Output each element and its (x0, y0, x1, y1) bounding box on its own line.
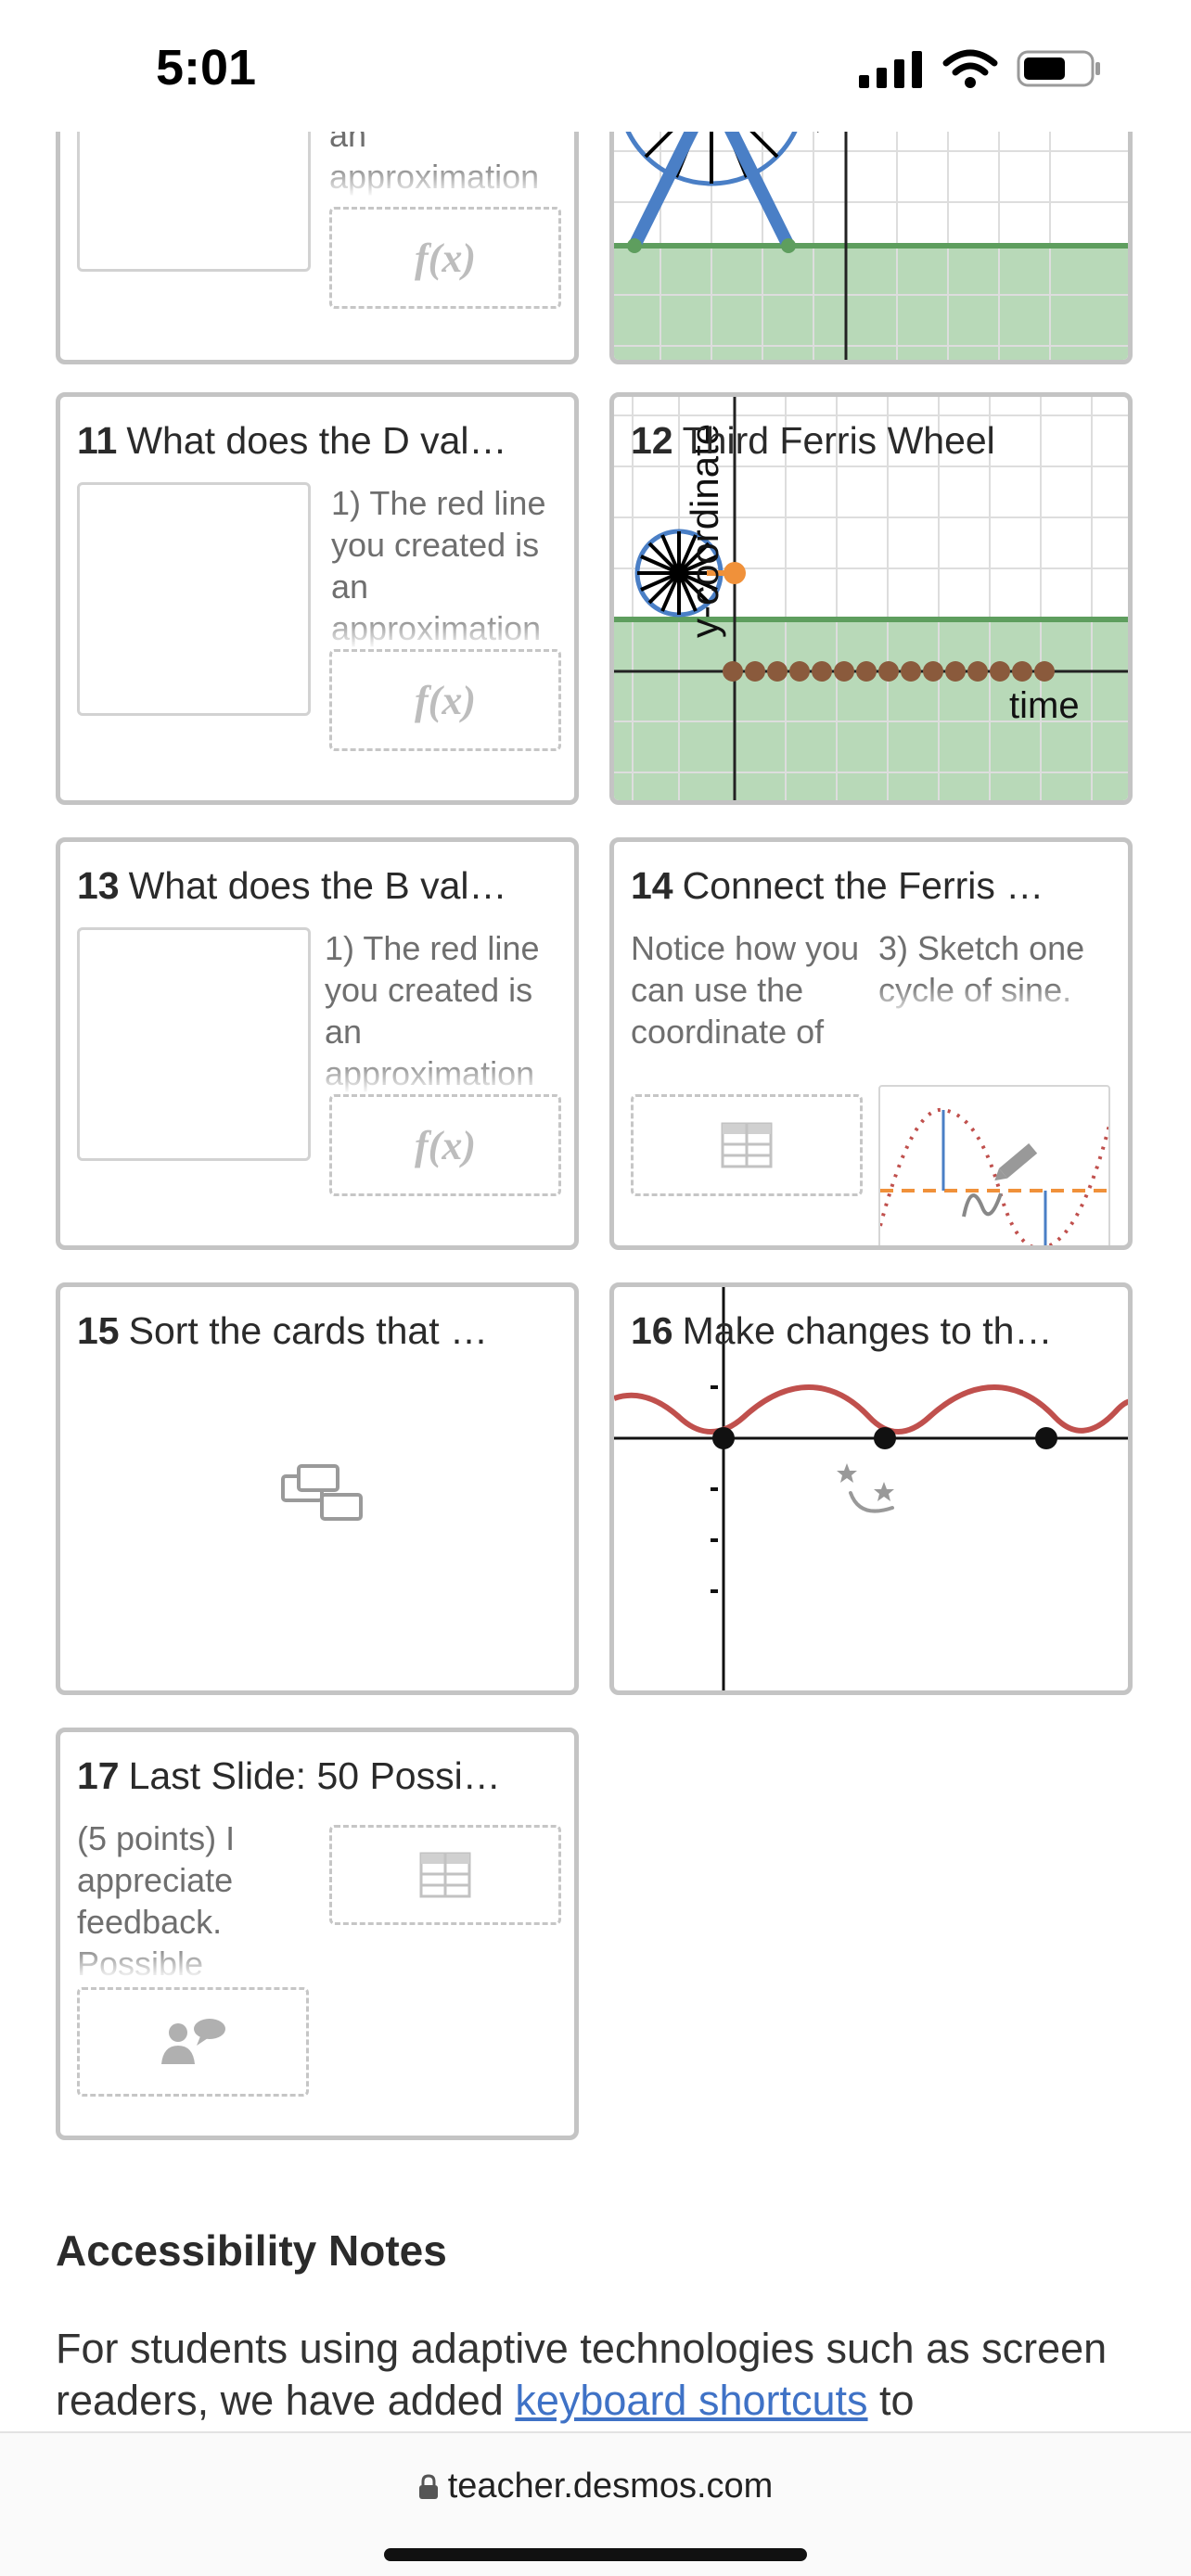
card-number: 15 (77, 1309, 120, 1352)
card-title: 17 Last Slide: 50 Possi… (77, 1754, 557, 1798)
wifi-icon (942, 49, 998, 88)
url-text: teacher.desmos.com (447, 2467, 774, 2506)
card-title: 16 Make changes to th… (631, 1309, 1111, 1353)
card-title: 15 Sort the cards that … (77, 1309, 557, 1353)
card-11[interactable]: 11 What does the D val… 1) The red line y… (56, 392, 579, 805)
fx-icon: f(x) (415, 235, 476, 281)
card-snippet-sketch: 3) Sketch one cycle of sine. (878, 927, 1121, 1020)
card-title-text: What does the D val… (126, 419, 507, 462)
card-15[interactable]: 15 Sort the cards that … (56, 1282, 579, 1695)
card-snippet: Notice how you can use the coordinate of (631, 927, 863, 1094)
card-title-text: Last Slide: 50 Possi… (128, 1754, 501, 1797)
sparkle-icon (837, 1463, 894, 1501)
table-icon (721, 1122, 773, 1168)
sketch-preview (878, 1085, 1110, 1245)
table-icon (419, 1852, 471, 1898)
accessibility-text-end: to (867, 2377, 915, 2424)
accessibility-paragraph: For students using adaptive technologies… (56, 2323, 1150, 2427)
card-16[interactable]: 16 Make changes to th… (609, 1282, 1133, 1695)
card-14[interactable]: 14 Connect the Ferris … Notice how you ca… (609, 837, 1133, 1250)
data-points (723, 661, 1055, 682)
card-title: 12 Third Ferris Wheel (631, 419, 1111, 463)
response-box (77, 482, 311, 716)
card-12[interactable]: y-coordinate time 12 Third Ferris Wheel (609, 392, 1133, 805)
battery-icon (1017, 50, 1100, 87)
discussion-icon (161, 2019, 225, 2064)
card-title: 14 Connect the Ferris … (631, 864, 1111, 908)
time-axis-label: time (1009, 685, 1080, 726)
status-bar: 5:01 (0, 0, 1191, 132)
response-box (77, 927, 311, 1161)
fx-icon: f(x) (415, 1122, 476, 1168)
browser-url-bar[interactable]: teacher.desmos.com (0, 2431, 1191, 2576)
card-number: 14 (631, 864, 673, 907)
card-title: 13 What does the B val… (77, 864, 557, 908)
table-input-box (631, 1094, 863, 1196)
card-snippet: 1) The red line you created is an approx… (325, 927, 568, 1094)
url-display[interactable]: teacher.desmos.com (0, 2467, 1191, 2506)
math-input-box: f(x) (329, 207, 561, 309)
card-title: 11 What does the D val… (77, 419, 557, 463)
card-number: 16 (631, 1309, 673, 1352)
fx-icon: f(x) (415, 677, 476, 723)
card-number: 12 (631, 419, 673, 462)
card-title-text: Sort the cards that … (128, 1309, 489, 1352)
card-title-text: Connect the Ferris … (682, 864, 1044, 907)
pencil-icon (994, 1143, 1038, 1181)
card-title-text: What does the B val… (128, 864, 507, 907)
accessibility-heading: Accessibility Notes (56, 2226, 447, 2275)
lock-icon (418, 2474, 438, 2499)
table-input-box (329, 1825, 561, 1925)
card-title-text: Third Ferris Wheel (682, 419, 995, 462)
card-13[interactable]: 13 What does the B val… 1) The red line y… (56, 837, 579, 1250)
card-number: 11 (77, 419, 118, 462)
math-input-box: f(x) (329, 649, 561, 751)
card-sort-icon (281, 1464, 363, 1521)
card-number: 13 (77, 864, 120, 907)
card-snippet: (5 points) I appreciate feedback. Possib… (77, 1817, 290, 1980)
cellular-signal-icon (859, 51, 922, 88)
discussion-box (77, 1987, 309, 2097)
keyboard-shortcuts-link[interactable]: keyboard shortcuts (515, 2377, 867, 2424)
math-input-box: f(x) (329, 1094, 561, 1196)
card-17[interactable]: 17 Last Slide: 50 Possi… (5 points) I app… (56, 1728, 579, 2140)
card-title-text: Make changes to th… (682, 1309, 1053, 1352)
card-number: 17 (77, 1754, 120, 1797)
home-indicator (384, 2548, 807, 2561)
status-time: 5:01 (156, 40, 257, 96)
status-icons (859, 48, 1102, 89)
card-snippet: 1) The red line you created is an approx… (331, 482, 568, 649)
